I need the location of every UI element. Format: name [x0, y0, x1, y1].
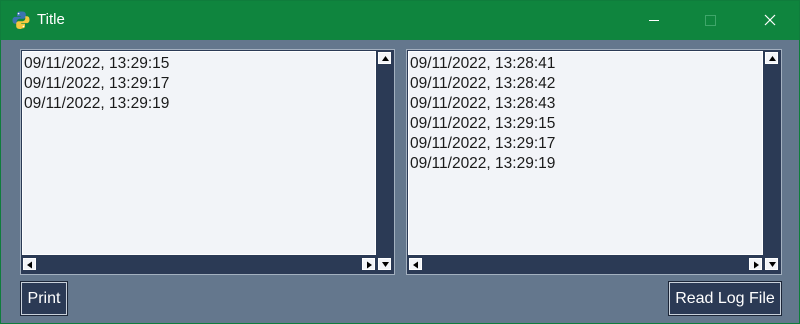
right-list-content[interactable]: 09/11/2022, 13:28:41 09/11/2022, 13:28:42…	[408, 51, 763, 255]
right-scroll-up-button[interactable]	[765, 52, 778, 64]
close-button[interactable]	[747, 1, 793, 40]
app-window: Title 09/11/2022, 13:29:15 09/11/2022, 13…	[0, 0, 800, 324]
list-item[interactable]: 09/11/2022, 13:28:43	[409, 94, 762, 114]
left-scroll-right-button[interactable]	[362, 258, 375, 270]
list-item[interactable]: 09/11/2022, 13:28:42	[409, 74, 762, 94]
left-scroll-down-button[interactable]	[378, 258, 391, 270]
left-scroll-left-button[interactable]	[23, 258, 36, 270]
list-item[interactable]: 09/11/2022, 13:29:19	[409, 154, 762, 174]
right-log-list[interactable]: 09/11/2022, 13:28:41 09/11/2022, 13:28:42…	[406, 49, 782, 275]
minimize-button[interactable]	[631, 1, 677, 40]
right-horizontal-scrollbar[interactable]	[408, 256, 763, 272]
right-vertical-scrollbar[interactable]	[764, 51, 780, 272]
maximize-button[interactable]	[687, 1, 733, 40]
left-scroll-up-button[interactable]	[378, 52, 391, 64]
list-item[interactable]: 09/11/2022, 13:28:41	[409, 54, 762, 74]
list-item[interactable]: 09/11/2022, 13:29:17	[409, 134, 762, 154]
list-item[interactable]: 09/11/2022, 13:29:17	[23, 74, 375, 94]
left-vertical-scrollbar[interactable]	[377, 51, 393, 272]
close-icon	[747, 14, 793, 44]
print-button[interactable]: Print	[20, 281, 68, 316]
title-bar[interactable]: Title	[1, 1, 799, 40]
minimize-icon	[631, 20, 677, 44]
list-item[interactable]: 09/11/2022, 13:29:15	[23, 54, 375, 74]
left-horizontal-scrollbar[interactable]	[22, 256, 376, 272]
left-list-content[interactable]: 09/11/2022, 13:29:15 09/11/2022, 13:29:17…	[22, 51, 376, 255]
read-log-file-button[interactable]: Read Log File	[668, 281, 782, 316]
left-log-list[interactable]: 09/11/2022, 13:29:15 09/11/2022, 13:29:17…	[20, 49, 395, 275]
python-icon	[11, 10, 31, 30]
right-scroll-right-button[interactable]	[749, 258, 762, 270]
list-item[interactable]: 09/11/2022, 13:29:19	[23, 94, 375, 114]
maximize-icon	[687, 15, 733, 44]
list-item[interactable]: 09/11/2022, 13:29:15	[409, 114, 762, 134]
window-title: Title	[37, 11, 65, 28]
right-scroll-down-button[interactable]	[765, 258, 778, 270]
right-scroll-left-button[interactable]	[409, 258, 422, 270]
